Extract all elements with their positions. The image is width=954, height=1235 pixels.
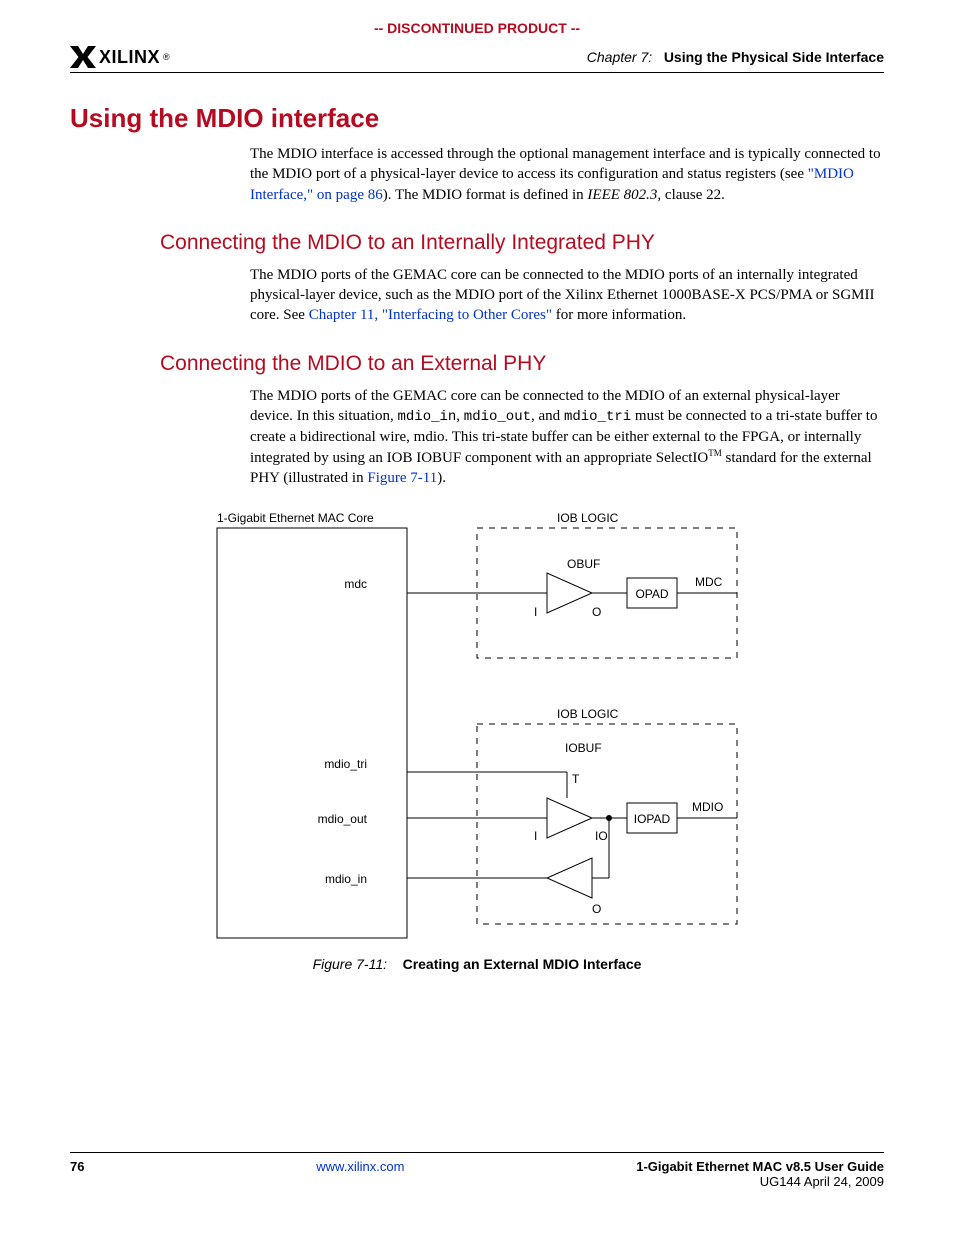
page-footer: 76 www.xilinx.com 1-Gigabit Ethernet MAC…: [70, 1152, 884, 1189]
diagram-iobuf-label: IOBUF: [565, 741, 602, 755]
xilinx-logo-text: XILINX: [99, 47, 160, 68]
link-figure-7-11[interactable]: Figure 7-11: [367, 470, 437, 486]
page-number: 76: [70, 1159, 84, 1189]
diagram-mdio-in-signal: mdio_in: [325, 872, 367, 886]
chapter-label: Chapter 7:: [587, 49, 652, 65]
page-header: XILINX® Chapter 7: Using the Physical Si…: [70, 46, 884, 68]
diagram-iob-top-label: IOB LOGIC: [557, 511, 619, 525]
footer-url[interactable]: www.xilinx.com: [316, 1159, 404, 1189]
footer-doc-id: UG144 April 24, 2009: [636, 1174, 884, 1189]
footer-rule: [70, 1152, 884, 1153]
diagram-mdio-out-signal: mdio_out: [318, 812, 368, 826]
chapter-reference: Chapter 7: Using the Physical Side Inter…: [587, 49, 884, 65]
diagram-obuf-label: OBUF: [567, 557, 600, 571]
subsection-internal-phy: Connecting the MDIO to an Internally Int…: [160, 231, 884, 255]
diagram-iobuf-i: I: [534, 829, 537, 843]
figure-caption: Figure 7-11: Creating an External MDIO I…: [70, 956, 884, 972]
diagram-iobuf-t: T: [572, 772, 580, 786]
xilinx-logo: XILINX®: [70, 46, 170, 68]
diagram-iopad-label: IOPAD: [634, 812, 671, 826]
diagram-mdc-out: MDC: [695, 575, 723, 589]
diagram-opad-label: OPAD: [635, 587, 668, 601]
diagram-iobuf-o: O: [592, 902, 601, 916]
paragraph-external-phy: The MDIO ports of the GEMAC core can be …: [250, 386, 884, 489]
chapter-title: Using the Physical Side Interface: [664, 49, 884, 65]
paragraph-internal-phy: The MDIO ports of the GEMAC core can be …: [250, 265, 884, 326]
diagram-obuf-o: O: [592, 605, 601, 619]
header-rule: [70, 72, 884, 73]
xilinx-logo-mark: [70, 46, 96, 68]
figure-7-11: 1-Gigabit Ethernet MAC Core IOB LOGIC OB…: [70, 508, 884, 972]
diagram-mdio-tri: mdio_tri: [324, 757, 367, 771]
section-heading: Using the MDIO interface: [70, 103, 884, 134]
diagram-iob-bot-label: IOB LOGIC: [557, 707, 619, 721]
diagram-mdc-signal: mdc: [344, 577, 367, 591]
link-chapter-11[interactable]: Chapter 11, "Interfacing to Other Cores": [309, 307, 552, 323]
diagram-iobuf-io: IO: [595, 829, 608, 843]
diagram-mdio-out: MDIO: [692, 800, 723, 814]
diagram-obuf-i: I: [534, 605, 537, 619]
footer-guide-title: 1-Gigabit Ethernet MAC v8.5 User Guide: [636, 1159, 884, 1174]
diagram-core-label: 1-Gigabit Ethernet MAC Core: [217, 511, 374, 525]
paragraph-intro: The MDIO interface is accessed through t…: [250, 144, 884, 205]
registered-mark: ®: [163, 52, 170, 62]
subsection-external-phy: Connecting the MDIO to an External PHY: [160, 352, 884, 376]
discontinued-banner: -- DISCONTINUED PRODUCT --: [70, 20, 884, 36]
